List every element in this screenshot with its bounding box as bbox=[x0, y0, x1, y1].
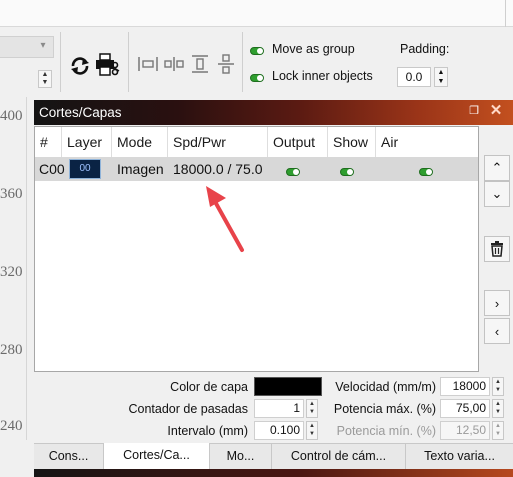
min-power-input[interactable]: 12,50 bbox=[440, 421, 490, 440]
toggle-on-icon bbox=[286, 168, 300, 176]
collapse-left-button[interactable]: ‹ bbox=[484, 318, 510, 344]
distribute-middle-icon-svg bbox=[218, 54, 234, 74]
distribute-vertical-icon[interactable] bbox=[188, 52, 212, 76]
annotation-arrow-icon bbox=[206, 186, 244, 252]
distribute-horizontal-icon-svg bbox=[138, 57, 158, 71]
column-header-index[interactable]: # bbox=[35, 127, 62, 157]
ruler-label: 280 bbox=[0, 342, 23, 358]
passes-input[interactable]: 1 bbox=[254, 399, 304, 418]
ruler-label: 320 bbox=[0, 264, 23, 280]
column-header-mode[interactable]: Mode bbox=[112, 127, 168, 157]
chevron-left-icon: ‹ bbox=[494, 323, 500, 339]
panel-title[interactable]: Cortes/Capas bbox=[34, 100, 513, 125]
chevron-right-icon: › bbox=[494, 295, 500, 311]
toolbar-divider bbox=[60, 32, 61, 92]
top-bar-divider bbox=[505, 0, 506, 27]
move-layer-up-button[interactable]: ⌃ bbox=[484, 155, 510, 181]
toggle-on-icon bbox=[250, 47, 264, 55]
tab-console[interactable]: Cons... bbox=[34, 444, 104, 469]
row-index: C00 bbox=[39, 161, 65, 177]
distribute-center-icon[interactable] bbox=[162, 52, 186, 76]
layer-color-label: Color de capa bbox=[170, 380, 248, 394]
interval-input[interactable]: 0.100 bbox=[254, 421, 304, 440]
bottom-panel-strip bbox=[34, 469, 513, 477]
column-header-layer[interactable]: Layer bbox=[62, 127, 112, 157]
trash-icon bbox=[491, 241, 503, 257]
column-header-spd-pwr[interactable]: Spd/Pwr bbox=[168, 127, 268, 157]
max-power-label: Potencia máx. (%) bbox=[333, 402, 436, 416]
expand-right-button[interactable]: › bbox=[484, 290, 510, 316]
row-output-toggle[interactable] bbox=[286, 165, 300, 176]
move-as-group-label: Move as group bbox=[272, 42, 355, 56]
print-cut-icon-svg bbox=[96, 53, 120, 76]
ruler-label: 240 bbox=[0, 418, 23, 434]
tab-move[interactable]: Mo... bbox=[210, 444, 272, 469]
speed-label: Velocidad (mm/m) bbox=[335, 380, 436, 394]
toolbar-spin-buttons[interactable]: ▲ ▼ bbox=[38, 70, 52, 88]
row-spd-pwr[interactable]: 18000.0 / 75.0 bbox=[173, 157, 263, 181]
interval-label: Intervalo (mm) bbox=[167, 424, 248, 438]
distribute-horizontal-icon[interactable] bbox=[136, 52, 160, 76]
min-power-spin-buttons[interactable]: ▲ ▼ bbox=[492, 421, 504, 440]
toolbar-divider bbox=[242, 32, 243, 92]
ruler-label: 360 bbox=[0, 186, 23, 202]
lock-inner-objects-label: Lock inner objects bbox=[272, 69, 373, 83]
tab-cuts-layers[interactable]: Cortes/Ca... bbox=[104, 443, 210, 469]
print-cut-icon[interactable] bbox=[94, 52, 120, 78]
ruler-edge bbox=[26, 97, 27, 440]
toolbar-divider bbox=[128, 32, 129, 92]
row-show-toggle[interactable] bbox=[340, 165, 354, 176]
passes-label: Contador de pasadas bbox=[128, 402, 248, 416]
row-air-toggle[interactable] bbox=[419, 165, 433, 176]
chevron-up-icon: ⌃ bbox=[491, 160, 503, 175]
column-header-show[interactable]: Show bbox=[328, 127, 376, 157]
chevron-down-icon[interactable]: ▾ bbox=[36, 39, 50, 53]
move-layer-down-button[interactable]: ⌄ bbox=[484, 181, 510, 207]
passes-spin-buttons[interactable]: ▲ ▼ bbox=[306, 399, 318, 418]
tab-camera-control[interactable]: Control de cám... bbox=[272, 444, 406, 469]
toggle-on-icon bbox=[340, 168, 354, 176]
distribute-middle-icon[interactable] bbox=[214, 52, 238, 76]
ruler-label: 400 bbox=[0, 108, 23, 124]
close-icon[interactable]: ✕ bbox=[488, 103, 504, 119]
toggle-on-icon bbox=[419, 168, 433, 176]
lock-inner-objects-toggle[interactable] bbox=[250, 71, 264, 82]
column-header-output[interactable]: Output bbox=[268, 127, 328, 157]
delete-layer-button[interactable] bbox=[484, 236, 510, 262]
move-as-group-toggle[interactable] bbox=[250, 44, 264, 55]
column-header-air[interactable]: Air bbox=[376, 127, 478, 157]
cycle-order-icon-svg bbox=[71, 57, 89, 75]
top-bar bbox=[0, 0, 513, 27]
toggle-on-icon bbox=[250, 74, 264, 82]
float-panel-icon[interactable]: ❐ bbox=[467, 104, 481, 118]
cycle-order-icon[interactable] bbox=[68, 54, 92, 78]
layer-color-swatch[interactable]: 00 bbox=[69, 159, 101, 179]
min-power-label: Potencia mín. (%) bbox=[336, 424, 436, 438]
speed-input[interactable]: 18000 bbox=[440, 377, 490, 396]
speed-spin-buttons[interactable]: ▲ ▼ bbox=[492, 377, 504, 396]
padding-label: Padding: bbox=[400, 42, 450, 56]
max-power-input[interactable]: 75,00 bbox=[440, 399, 490, 418]
distribute-center-icon-svg bbox=[164, 57, 184, 71]
layer-color-picker[interactable] bbox=[254, 377, 322, 396]
tab-variable-text[interactable]: Texto varia... bbox=[406, 444, 513, 469]
padding-spin-buttons[interactable]: ▲ ▼ bbox=[434, 67, 448, 87]
interval-spin-buttons[interactable]: ▲ ▼ bbox=[306, 421, 318, 440]
padding-input[interactable]: 0.0 bbox=[397, 67, 431, 87]
row-mode[interactable]: Imagen bbox=[117, 157, 164, 181]
distribute-vertical-icon-svg bbox=[192, 55, 208, 73]
chevron-down-icon: ⌄ bbox=[491, 186, 503, 201]
max-power-spin-buttons[interactable]: ▲ ▼ bbox=[492, 399, 504, 418]
